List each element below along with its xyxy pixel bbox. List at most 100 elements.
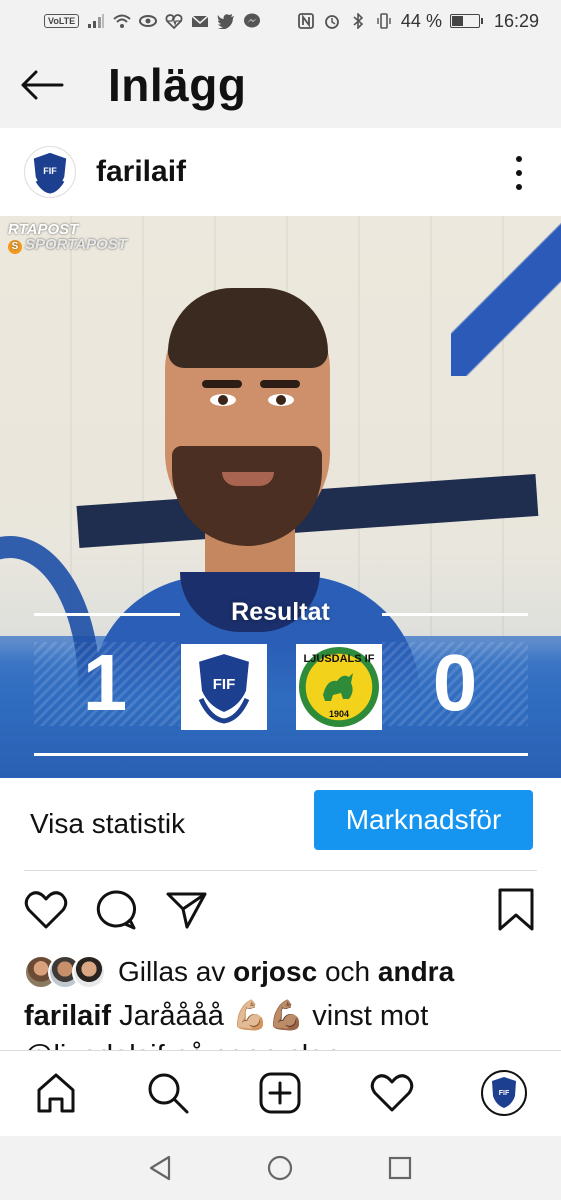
arrow-left-icon (21, 70, 64, 100)
likes-middle: och (317, 956, 378, 987)
status-right: 44 % 16:29 (297, 11, 539, 32)
home-club-logo: FIF (181, 644, 267, 730)
insights-row: Visa statistik Marknadsför (0, 778, 561, 870)
result-label: Resultat (231, 598, 330, 626)
caption: farilaif Jaråååå 💪🏼💪🏽 vinst mot @ljusdal… (24, 996, 544, 1050)
likes-text: Gillas av orjosc och andra (118, 956, 454, 988)
player-beard (172, 446, 322, 546)
player-brow (260, 380, 300, 388)
bluetooth-icon (353, 13, 364, 29)
comment-button[interactable] (92, 886, 140, 934)
heart-icon (24, 891, 68, 929)
svg-text:FIF: FIF (499, 1090, 510, 1097)
comment-icon (96, 890, 137, 930)
promote-button[interactable]: Marknadsför (314, 790, 533, 850)
svg-text:FIF: FIF (43, 166, 57, 176)
nav-home[interactable] (32, 1069, 80, 1117)
caption-username[interactable]: farilaif (24, 1000, 111, 1032)
player-photo (90, 276, 420, 756)
nav-activity[interactable] (368, 1069, 416, 1117)
activity-heart-icon (370, 1074, 414, 1112)
player-hair (168, 288, 328, 368)
heartbeat-icon (165, 14, 183, 29)
dot (516, 184, 522, 190)
wifi-icon (113, 14, 131, 28)
more-vertical-icon (516, 156, 522, 162)
header: Inlägg (0, 42, 561, 128)
system-nav (0, 1136, 561, 1200)
post-actions (0, 880, 561, 944)
away-club-name: LJUSDALS IF (304, 653, 375, 665)
recents-square-icon (388, 1156, 412, 1180)
send-icon (166, 892, 207, 929)
back-triangle-icon (149, 1155, 171, 1181)
away-club-logo: LJUSDALS IF 1904 (296, 644, 382, 730)
player-brow (202, 380, 242, 388)
watermark-top: RTAPOST (8, 221, 79, 238)
image-blue-stripe (451, 216, 561, 376)
view-stats-link[interactable]: Visa statistik (30, 808, 185, 840)
sportapost-watermark: RTAPOST SPORTAPOST (8, 222, 127, 254)
battery-fill (451, 16, 463, 26)
vibrate-icon (377, 13, 391, 29)
messenger-icon (244, 13, 261, 28)
player-eye (210, 394, 236, 406)
ljusdal-crest-icon: LJUSDALS IF 1904 (299, 647, 379, 727)
signal-icon (88, 14, 105, 28)
dot (516, 170, 522, 176)
status-left: VoLTE (44, 13, 261, 29)
page-title: Inlägg (108, 59, 247, 111)
away-club-year: 1904 (329, 709, 349, 719)
search-icon (148, 1073, 189, 1114)
battery-percent: 44 % (400, 10, 442, 31)
home-club-name: FIF (213, 676, 236, 693)
nfc-icon (298, 13, 314, 29)
post-avatar[interactable]: FIF (24, 146, 76, 198)
player-mouth (222, 472, 274, 486)
away-score: 0 (432, 638, 478, 727)
back-button[interactable] (20, 65, 64, 105)
likes-prefix: Gillas av (118, 956, 234, 987)
bookmark-icon (498, 888, 534, 931)
likes-row[interactable]: Gillas av orjosc och andra (24, 950, 454, 994)
post-image[interactable]: RTAPOST SPORTAPOST Resultat 1 0 FIF LJUS… (0, 216, 561, 778)
likes-others[interactable]: andra (378, 956, 454, 987)
profile-avatar: FIF (481, 1070, 527, 1116)
divider (24, 870, 537, 871)
liker-avatars (24, 955, 106, 989)
result-line-bottom (34, 753, 528, 756)
share-button[interactable] (162, 886, 210, 934)
fif-logo: FIF (32, 151, 68, 194)
home-icon (37, 1073, 75, 1113)
caption-second-line: @ljusdalsif på egen plan (24, 1040, 340, 1050)
system-home-button[interactable] (264, 1152, 296, 1184)
avatar (72, 955, 106, 989)
battery-icon (449, 14, 483, 28)
mail-icon (191, 15, 209, 27)
fif-crest-icon: FIF (196, 651, 252, 724)
status-bar: VoLTE 44 % 16:29 (0, 0, 561, 42)
post-header: FIF farilaif (0, 128, 561, 216)
more-options-button[interactable] (507, 156, 531, 190)
add-post-icon (259, 1072, 301, 1114)
alarm-icon (325, 15, 339, 29)
home-score: 1 (82, 638, 128, 727)
volte-badge: VoLTE (44, 14, 80, 28)
post-username[interactable]: farilaif (96, 155, 186, 189)
like-button[interactable] (22, 886, 70, 934)
liker-username[interactable]: orjosc (233, 956, 317, 987)
nav-profile[interactable]: FIF (480, 1069, 528, 1117)
nav-search[interactable] (144, 1069, 192, 1117)
twitter-icon (217, 14, 235, 29)
watermark-brand: SPORTAPOST (8, 237, 127, 254)
system-back-button[interactable] (144, 1152, 176, 1184)
bottom-nav: FIF (0, 1050, 561, 1136)
system-recents-button[interactable] (384, 1152, 416, 1184)
player-eye (268, 394, 294, 406)
home-circle-icon (267, 1155, 293, 1181)
clock: 16:29 (493, 10, 539, 31)
save-button[interactable] (492, 886, 540, 934)
caption-text: Jaråååå 💪🏼💪🏽 vinst mot (111, 1000, 429, 1032)
eye-icon (139, 15, 158, 27)
nav-add-post[interactable] (256, 1069, 304, 1117)
